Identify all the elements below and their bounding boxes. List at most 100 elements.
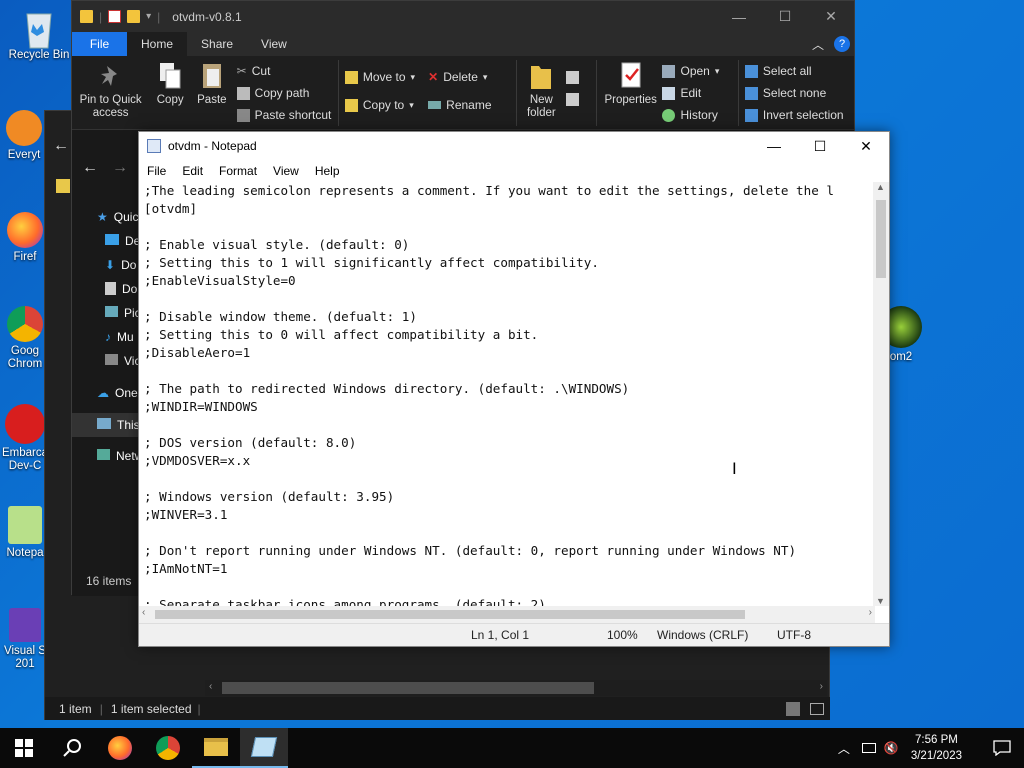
nav-item-pictures[interactable]: Pic (105, 306, 141, 320)
close-button[interactable]: ✕ (843, 132, 889, 160)
invert-selection-button[interactable]: Invert selection (744, 104, 854, 126)
chevron-down-icon[interactable]: ▾ (146, 11, 151, 22)
nav-item-quick-access[interactable]: ★ Quic (97, 210, 138, 224)
devcpp-label: Embarca Dev-C (1, 447, 49, 472)
back-arrow-icon[interactable]: ← (53, 137, 69, 154)
easy-access-button[interactable] (566, 88, 590, 110)
properties-icon (617, 60, 645, 92)
nav-item-documents[interactable]: Do (105, 282, 137, 296)
scrollbar-thumb[interactable] (155, 610, 745, 619)
firefox-shortcut[interactable]: Firef (0, 212, 50, 264)
edit-button[interactable]: Edit (662, 82, 731, 104)
devcpp-shortcut[interactable]: Embarca Dev-C (0, 404, 50, 473)
scrollbar-thumb[interactable] (876, 200, 886, 278)
minimize-button[interactable]: — (716, 1, 762, 32)
rename-button[interactable]: Rename (428, 94, 509, 116)
chevron-up-icon[interactable]: ︿ (812, 36, 824, 53)
copy-to-button[interactable]: Copy to ▾ (344, 94, 428, 116)
copy-button[interactable]: Copy (149, 60, 191, 129)
chevron-up-icon[interactable]: ▲ (876, 182, 885, 192)
cloud-icon: ☁ (97, 386, 109, 400)
chevron-down-icon[interactable]: ▼ (876, 596, 885, 606)
new-folder-icon[interactable] (127, 10, 141, 23)
chevron-up-icon[interactable]: ︿ (838, 740, 850, 757)
search-button[interactable] (48, 728, 96, 768)
paste-shortcut-button[interactable]: Paste shortcut (236, 104, 332, 126)
explorer-titlebar: | ▾ | otvdm-v0.8.1 — ☐ ✕ (72, 1, 854, 32)
new-folder-button[interactable]: New folder (522, 60, 560, 129)
chrome-shortcut[interactable]: Goog Chrom (0, 306, 50, 371)
start-button[interactable] (0, 728, 48, 768)
volume-muted-icon[interactable]: 🔇 (884, 741, 899, 755)
chevron-right-icon[interactable]: › (869, 607, 872, 618)
taskbar-notepad[interactable] (240, 728, 288, 768)
select-all-button[interactable]: Select all (744, 60, 854, 82)
clock[interactable]: 7:56 PM 3/21/2023 (911, 732, 962, 764)
chevron-left-icon[interactable]: ‹ (209, 681, 212, 692)
chevron-right-icon[interactable]: › (820, 681, 823, 692)
details-view-icon[interactable] (786, 701, 800, 716)
tab-share[interactable]: Share (187, 32, 247, 56)
notepad-vertical-scrollbar[interactable]: ▲ ▼ (873, 182, 889, 606)
everything-shortcut[interactable]: Everyt (0, 110, 48, 162)
maximize-button[interactable]: ☐ (797, 132, 843, 160)
clock-date: 3/21/2023 (910, 750, 962, 762)
scrollbar-thumb[interactable] (222, 682, 594, 694)
cut-button[interactable]: ✂ Cut (237, 60, 332, 82)
close-button[interactable]: ✕ (808, 1, 854, 32)
notepad-horizontal-scrollbar[interactable]: ‹ › (139, 606, 875, 623)
tab-view[interactable]: View (247, 32, 301, 56)
maximize-button[interactable]: ☐ (762, 1, 808, 32)
text-line: ;WINVER=3.1 (144, 507, 228, 522)
tab-file[interactable]: File (72, 32, 127, 56)
history-button[interactable]: History (662, 104, 731, 126)
nav-item-videos[interactable]: Vic (105, 354, 140, 368)
text-line: ;EnableVisualStyle=0 (144, 273, 296, 288)
text-line: [otvdm] (144, 201, 198, 216)
menu-format[interactable]: Format (211, 164, 265, 178)
minimize-button[interactable]: — (751, 132, 797, 160)
chevron-left-icon[interactable]: ‹ (142, 607, 145, 618)
nav-item-music[interactable]: ♪ Mu (105, 330, 134, 344)
delete-button[interactable]: ✕ Delete ▾ (428, 66, 509, 88)
taskbar-chrome[interactable] (144, 728, 192, 768)
menu-view[interactable]: View (265, 164, 307, 178)
notepadpp-shortcut[interactable]: Notepa (0, 506, 50, 560)
everything-label: Everyt (7, 149, 41, 161)
explorer-horizontal-scrollbar[interactable]: ‹ › (205, 680, 827, 696)
nav-item-this-pc[interactable]: This (72, 413, 140, 437)
visual-studio-shortcut[interactable]: Visual S 201 (0, 608, 50, 671)
help-icon[interactable]: ? (834, 35, 850, 52)
properties-button[interactable]: Properties (603, 60, 659, 129)
select-none-button[interactable]: Select none (744, 82, 854, 104)
network-icon[interactable] (861, 743, 876, 753)
nav-item-desktop[interactable]: De (105, 234, 140, 248)
tab-home[interactable]: Home (127, 32, 188, 56)
new-item-button[interactable] (566, 66, 590, 88)
menu-edit[interactable]: Edit (174, 164, 211, 178)
move-to-button[interactable]: Move to ▾ (344, 66, 428, 88)
notifications-button[interactable] (980, 728, 1024, 768)
paste-button[interactable]: Paste (191, 60, 233, 129)
nav-item-network[interactable]: Netw (97, 449, 143, 463)
taskbar-file-explorer[interactable] (192, 728, 240, 768)
menu-file[interactable]: File (139, 164, 174, 178)
forward-arrow-icon[interactable]: → (112, 159, 128, 177)
nav-item-onedrive[interactable]: ☁ One (97, 386, 138, 400)
copy-path-button[interactable]: Copy path (236, 82, 332, 104)
chevron-down-icon: ▾ (409, 99, 414, 110)
nav-item-downloads[interactable]: ⬇ Do (105, 258, 136, 272)
text-line (144, 416, 875, 434)
properties-icon[interactable] (108, 10, 122, 23)
back-arrow-icon[interactable]: ← (82, 159, 98, 177)
computer-icon (97, 418, 111, 429)
open-button[interactable]: Open ▾ (662, 60, 731, 82)
taskbar-firefox[interactable] (96, 728, 144, 768)
ribbon-tabs: File Home Share View ︿ ? (72, 32, 854, 56)
large-icons-view-icon[interactable] (810, 702, 824, 715)
notepad-menubar: File Edit Format View Help (139, 160, 889, 182)
menu-help[interactable]: Help (307, 164, 348, 178)
pin-to-quick-access-button[interactable]: Pin to Quick access (72, 60, 149, 129)
notepad-text-area[interactable]: ;The leading semicolon represents a comm… (139, 182, 875, 606)
recycle-bin-shortcut[interactable]: Recycle Bin (3, 6, 75, 62)
